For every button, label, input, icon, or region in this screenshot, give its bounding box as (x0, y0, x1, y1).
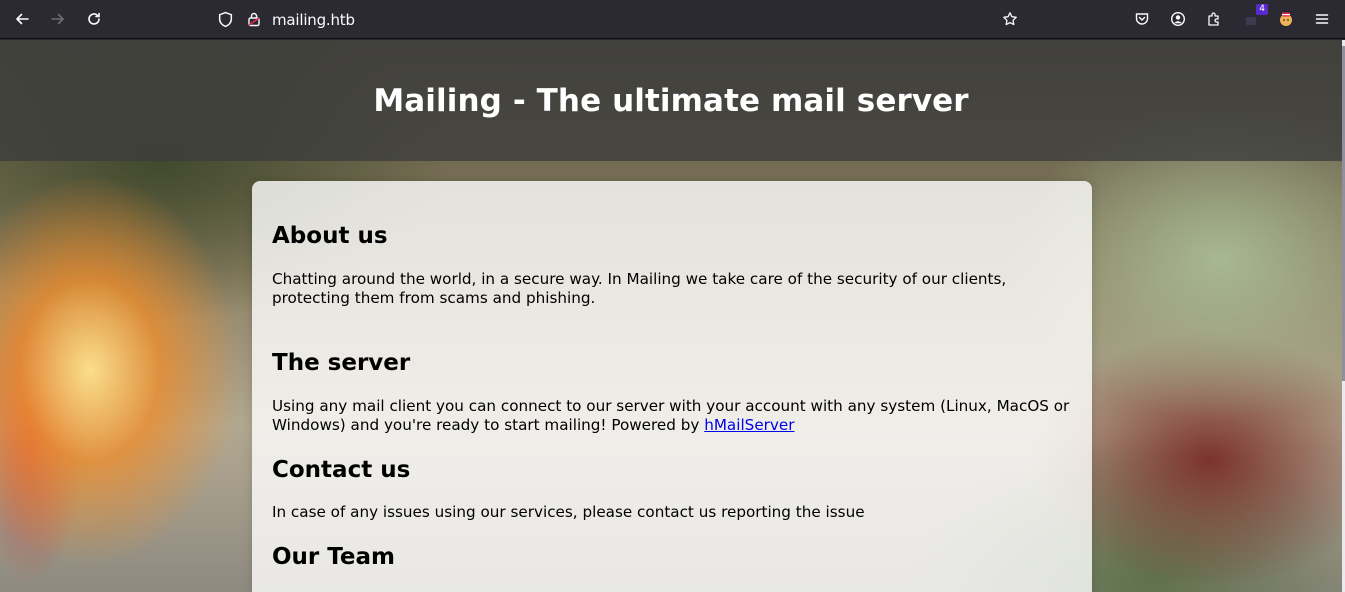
forward-arrow-icon (51, 13, 64, 25)
reload-icon (88, 12, 100, 25)
page-viewport: Mailing - The ultimate mail server About… (0, 40, 1342, 592)
server-heading: The server (272, 350, 411, 376)
about-heading: About us (272, 223, 388, 249)
account-button[interactable] (1165, 7, 1191, 31)
back-arrow-icon (16, 13, 29, 25)
contact-heading: Contact us (272, 457, 411, 483)
server-text: Using any mail client you can connect to… (272, 397, 1070, 434)
content-card: About us Chatting around the world, in a… (252, 181, 1092, 592)
browser-toolbar: mailing.htb 4 (0, 0, 1345, 39)
team-heading: Our Team (272, 544, 395, 570)
shield-icon[interactable] (217, 11, 234, 33)
forward-button[interactable] (45, 7, 71, 31)
url-text[interactable]: mailing.htb (272, 11, 355, 29)
bookmark-star-button[interactable] (997, 7, 1023, 31)
about-text: Chatting around the world, in a secure w… (272, 270, 1007, 307)
account-icon (1170, 11, 1186, 27)
extensions-icon (1208, 12, 1219, 26)
star-icon (1003, 12, 1017, 26)
page-title: Mailing - The ultimate mail server (373, 82, 969, 119)
app-menu-button[interactable] (1309, 7, 1335, 31)
hmailserver-link[interactable]: hMailServer (704, 416, 794, 434)
reload-button[interactable] (81, 7, 107, 31)
server-paragraph: Using any mail client you can connect to… (272, 397, 1072, 435)
hero-banner: Mailing - The ultimate mail server (0, 40, 1342, 161)
pocket-button[interactable] (1129, 7, 1155, 31)
contact-text: In case of any issues using our services… (272, 503, 865, 521)
extension-button[interactable]: 4 (1238, 4, 1268, 31)
menu-icon (1315, 14, 1329, 24)
extension-badge: 4 (1256, 4, 1268, 15)
profile-avatar-icon (1280, 12, 1292, 26)
profile-button[interactable] (1273, 7, 1299, 31)
extensions-button[interactable] (1201, 7, 1227, 31)
lock-icon[interactable] (246, 11, 262, 32)
back-button[interactable] (9, 7, 35, 31)
pocket-icon (1135, 13, 1149, 25)
url-bar[interactable]: mailing.htb (212, 7, 932, 32)
